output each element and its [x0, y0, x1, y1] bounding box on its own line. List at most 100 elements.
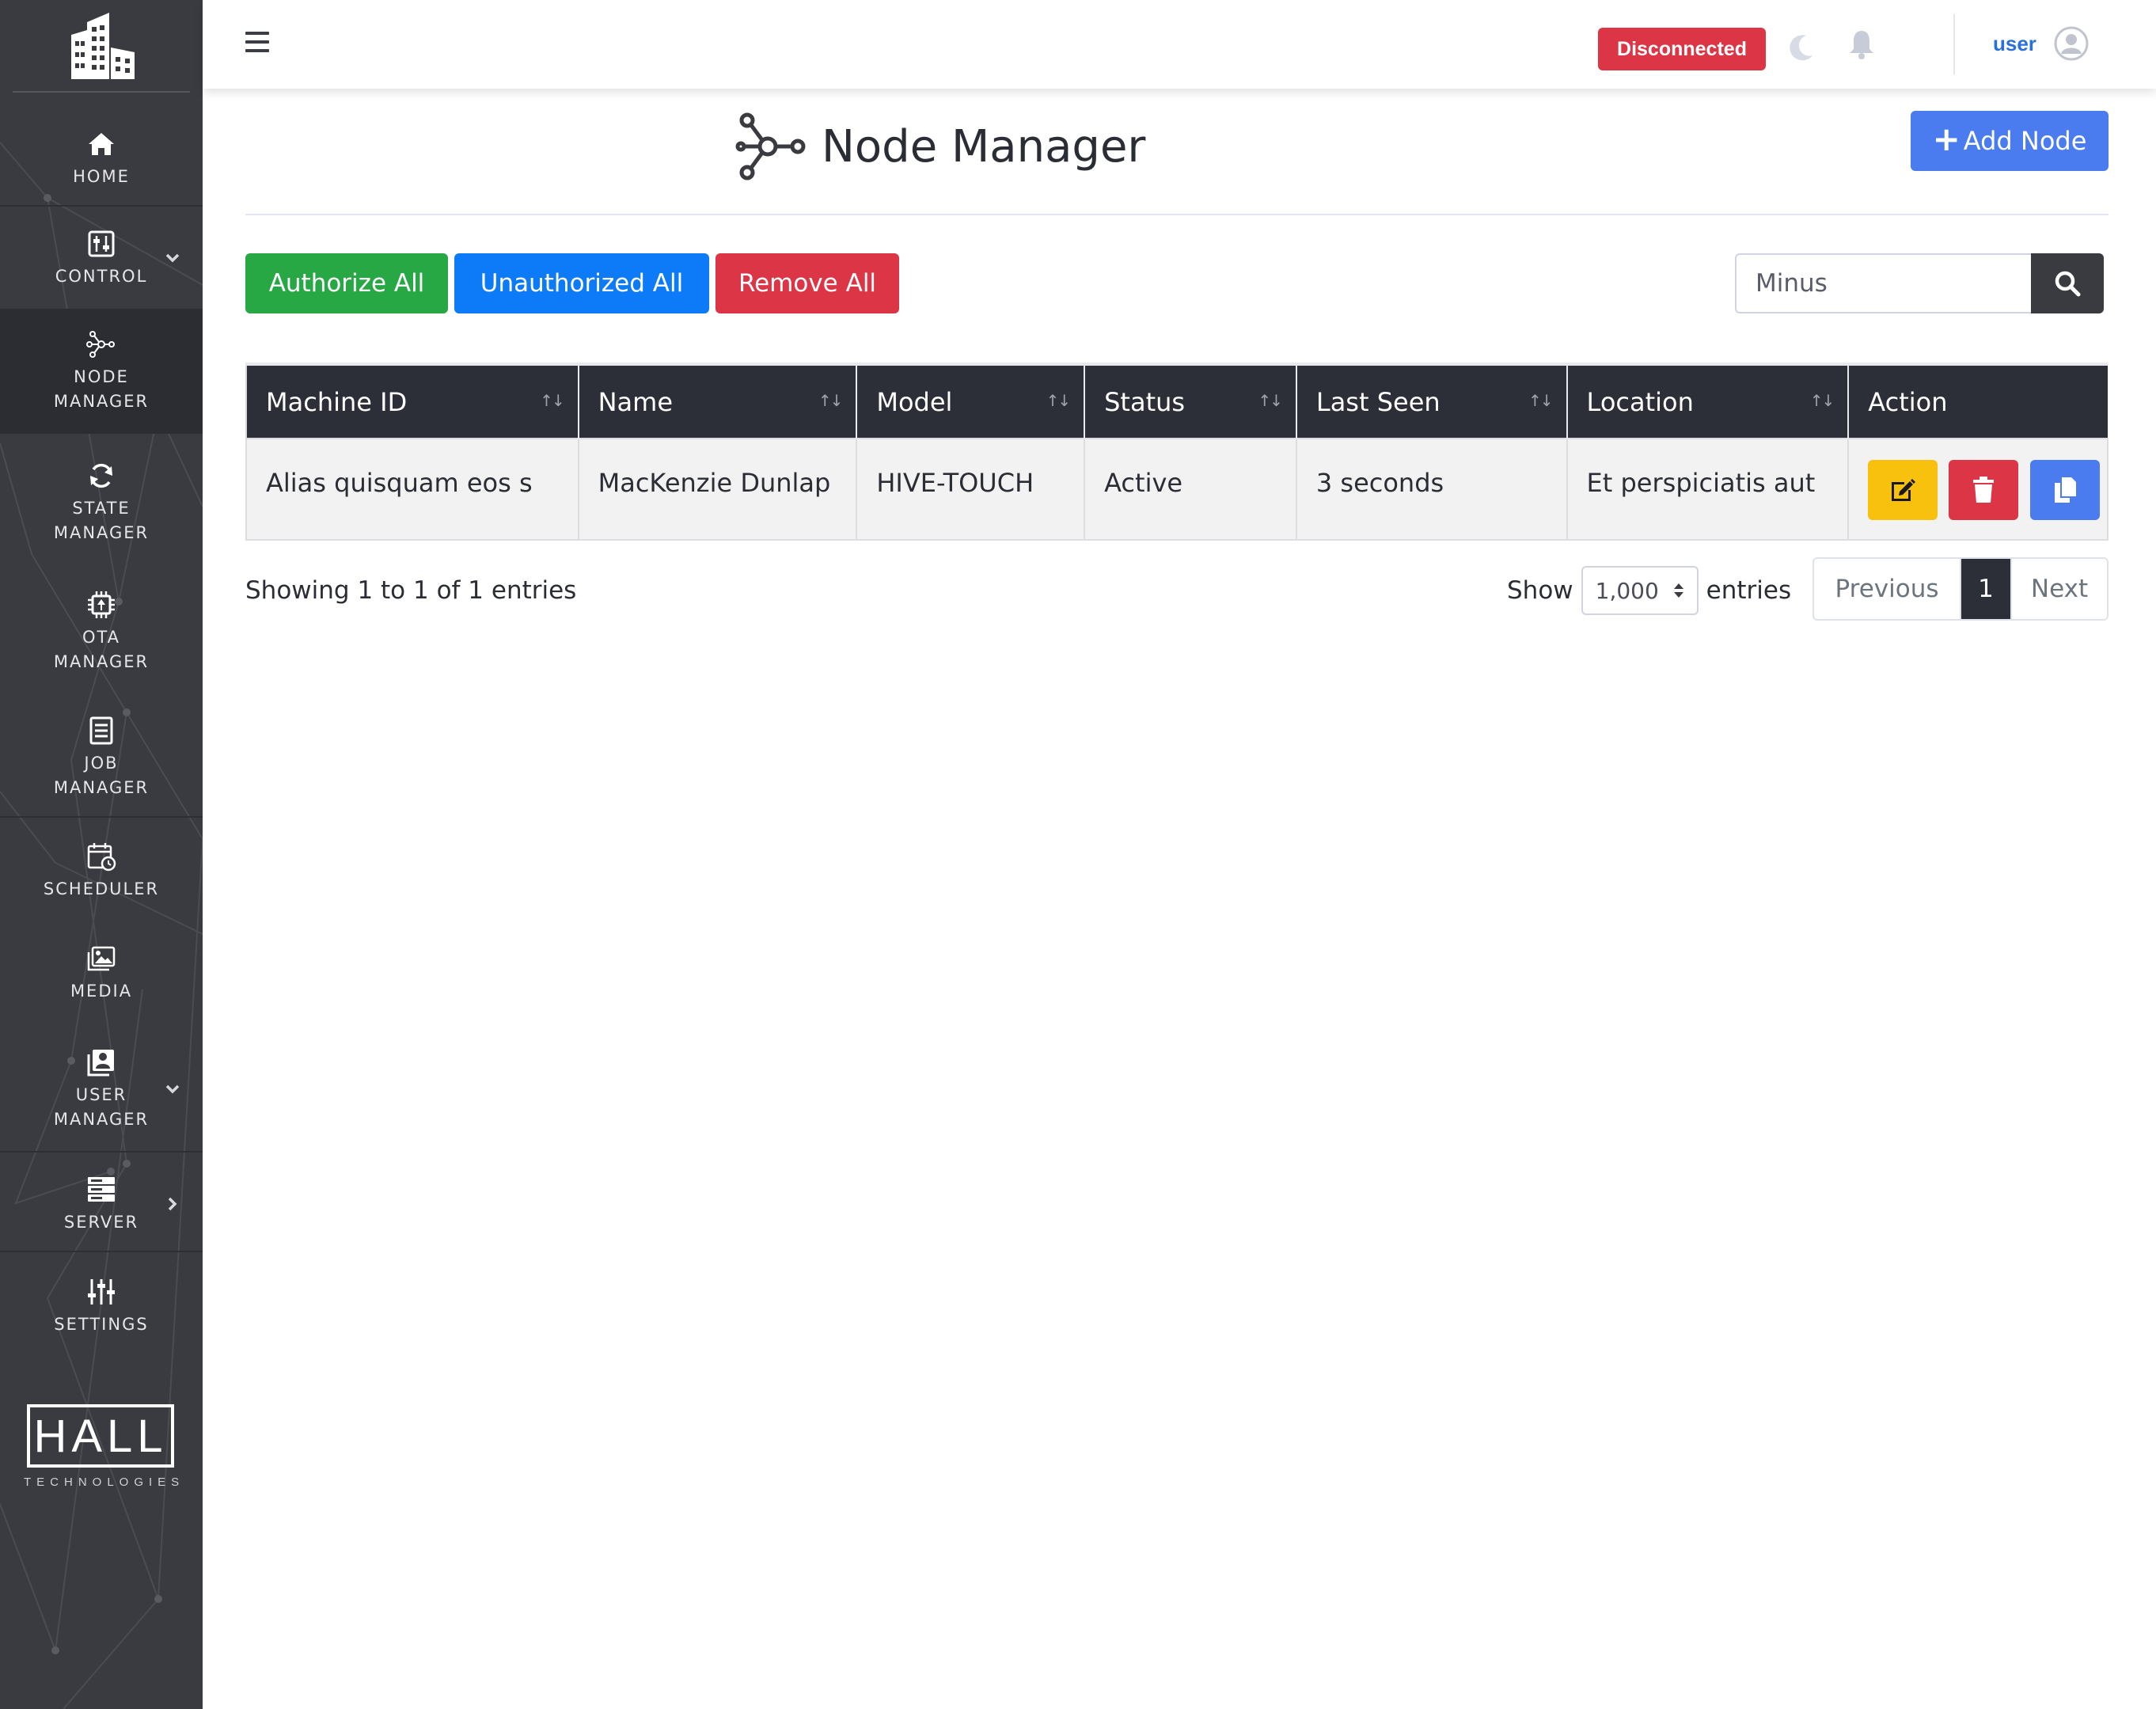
table-header-row: Machine ID ↑↓ Name ↑↓ Model ↑↓ Status ↑↓ Las…	[245, 363, 2108, 439]
sidebar-item-scheduler[interactable]: SCHEDULER	[0, 820, 203, 921]
chevron-down-icon[interactable]	[163, 249, 182, 268]
trash-icon	[1973, 477, 1995, 503]
column-header-status[interactable]: Status ↑↓	[1084, 363, 1296, 439]
column-header-last-seen[interactable]: Last Seen ↑↓	[1295, 363, 1567, 439]
cell-model: HIVE-TOUCH	[856, 438, 1086, 541]
remove-all-button[interactable]: Remove All	[716, 253, 899, 313]
sort-icon: ↑↓	[1528, 391, 1553, 410]
search-button[interactable]	[2031, 253, 2104, 313]
pagination-page-1[interactable]: 1	[1961, 559, 2010, 619]
menu-toggle-icon[interactable]	[245, 32, 271, 55]
home-icon	[89, 132, 114, 155]
sidebar: HOME CONTROL NODE MANAGER STATE MANAGER …	[0, 0, 203, 1709]
building-logo[interactable]	[0, 0, 203, 92]
sidebar-item-user-manager[interactable]: USER MANAGER	[0, 1029, 203, 1149]
sort-icon: ↑↓	[540, 391, 564, 410]
search-icon	[2055, 271, 2081, 297]
sidebar-item-label: HOME	[73, 166, 130, 186]
sort-icon: ↑↓	[1046, 391, 1071, 410]
cell-actions	[1847, 438, 2109, 541]
settings-sliders-icon	[88, 1278, 115, 1305]
sidebar-item-settings[interactable]: SETTINGS	[0, 1255, 203, 1357]
sidebar-item-media[interactable]: MEDIA	[0, 923, 203, 1023]
network-icon	[735, 112, 806, 180]
topbar: Disconnected user	[203, 0, 2156, 89]
topbar-divider	[1953, 14, 1955, 74]
server-icon	[88, 1176, 115, 1202]
sliders-icon	[88, 230, 115, 256]
sidebar-item-ota-manager[interactable]: OTA MANAGER	[0, 570, 203, 693]
edit-icon	[1892, 479, 1916, 501]
chip-icon	[88, 591, 115, 618]
sidebar-item-label: SERVER	[63, 1212, 139, 1232]
pagination-next[interactable]: Next	[2010, 559, 2107, 619]
chevron-right-icon[interactable]	[163, 1194, 182, 1213]
add-node-button[interactable]: + Add Node	[1911, 111, 2109, 171]
page-title: Node Manager	[822, 120, 1146, 173]
search-input[interactable]: Minus	[1735, 253, 2031, 313]
column-header-location[interactable]: Location ↑↓	[1566, 363, 1849, 439]
pagination-previous[interactable]: Previous	[1814, 559, 1961, 619]
sidebar-separator	[0, 1251, 203, 1252]
sidebar-item-state-manager[interactable]: STATE MANAGER	[0, 443, 203, 562]
select-arrows-icon	[1673, 583, 1683, 598]
plus-icon: +	[1932, 120, 1961, 158]
sidebar-item-label: STATE MANAGER	[53, 499, 150, 542]
sidebar-separator	[0, 1151, 203, 1153]
table-info: Showing 1 to 1 of 1 entries	[245, 576, 577, 605]
unauthorized-all-button[interactable]: Unauthorized All	[454, 253, 709, 313]
column-header-machine-id[interactable]: Machine ID ↑↓	[245, 363, 579, 439]
chevron-down-icon[interactable]	[163, 1080, 182, 1099]
sort-icon: ↑↓	[818, 391, 843, 410]
page-size-value: 1,000	[1595, 577, 1659, 604]
sidebar-item-label: MEDIA	[70, 981, 133, 1001]
sort-icon: ↑↓	[1258, 391, 1282, 410]
sidebar-item-control[interactable]: CONTROL	[0, 207, 203, 309]
user-avatar-icon[interactable]	[2053, 25, 2090, 62]
sidebar-item-label: SCHEDULER	[43, 879, 160, 898]
page-header: Node Manager	[734, 111, 1145, 182]
connection-status-badge: Disconnected	[1598, 28, 1766, 70]
column-header-name[interactable]: Name ↑↓	[577, 363, 857, 439]
user-menu-name[interactable]: user	[1993, 32, 2036, 56]
cell-status: Active	[1084, 438, 1297, 541]
sidebar-item-label: USER MANAGER	[53, 1085, 150, 1129]
sidebar-item-server[interactable]: SERVER	[0, 1154, 203, 1254]
sidebar-item-node-manager[interactable]: NODE MANAGER	[0, 309, 203, 434]
hall-technologies-logo: HALL TECHNOLOGIES	[24, 1404, 182, 1491]
page-length-control: Show 1,000 entries	[1507, 565, 1791, 616]
moon-icon[interactable]	[1786, 32, 1817, 63]
header-divider	[245, 214, 2109, 215]
pagination: Previous 1 Next	[1812, 557, 2109, 621]
copy-button[interactable]	[2029, 460, 2100, 520]
authorize-all-button[interactable]: Authorize All	[245, 253, 448, 313]
column-header-action: Action	[1847, 363, 2108, 439]
column-header-model[interactable]: Model ↑↓	[856, 363, 1085, 439]
add-node-label: Add Node	[1963, 126, 2087, 156]
sidebar-divider	[13, 91, 190, 93]
cell-name: MacKenzie Dunlap	[577, 438, 858, 541]
cell-location: Et perspiciatis aut	[1566, 438, 1850, 541]
list-icon	[89, 716, 113, 745]
sidebar-item-label: CONTROL	[55, 266, 148, 286]
entries-label: entries	[1706, 576, 1792, 605]
delete-button[interactable]	[1949, 460, 2019, 520]
network-icon	[86, 331, 115, 358]
main-content: Node Manager + Add Node Authorize All Un…	[203, 89, 2156, 1709]
sidebar-item-job-manager[interactable]: JOB MANAGER	[0, 700, 203, 815]
edit-button[interactable]	[1868, 460, 1938, 520]
sidebar-item-label: OTA MANAGER	[53, 628, 150, 671]
sidebar-separator	[0, 205, 203, 207]
images-icon	[87, 946, 116, 970]
page-size-select[interactable]: 1,000	[1581, 566, 1699, 615]
building-icon	[71, 13, 135, 79]
bell-icon[interactable]	[1847, 28, 1876, 60]
brand-subtitle: TECHNOLOGIES	[24, 1475, 185, 1489]
sidebar-separator	[0, 816, 203, 818]
sidebar-item-label: JOB MANAGER	[53, 754, 150, 797]
sidebar-item-home[interactable]: HOME	[0, 111, 203, 206]
calendar-clock-icon	[87, 842, 116, 871]
brand-name: HALL	[27, 1404, 174, 1468]
user-box-icon	[87, 1050, 114, 1077]
copy-icon	[2054, 477, 2076, 503]
